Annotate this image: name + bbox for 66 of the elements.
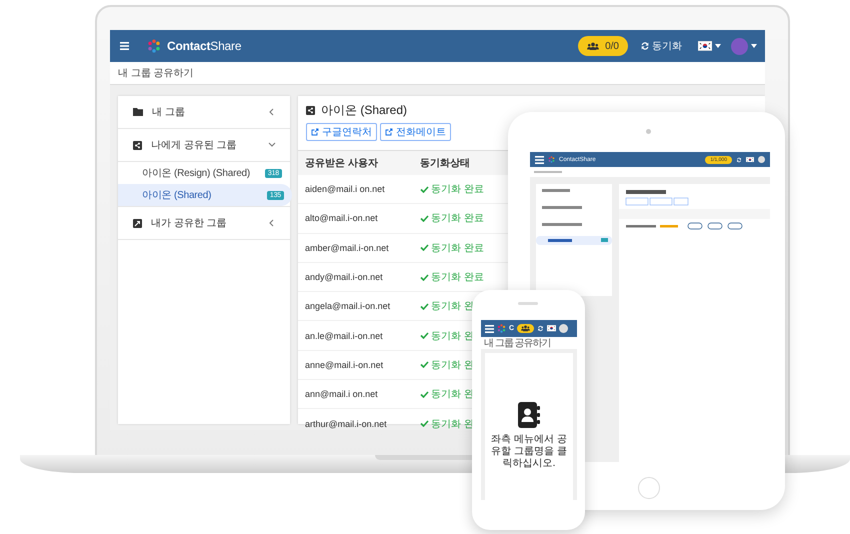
sidebar-item[interactable]: 내가 공유한 그룹 (118, 206, 290, 240)
column-header: 동기화상태 (420, 157, 470, 170)
external-link-icon (385, 128, 393, 136)
export-button[interactable]: 전화메이트 (380, 123, 451, 141)
avatar-icon[interactable] (559, 324, 568, 333)
caret-icon[interactable] (715, 44, 721, 48)
chevron-left-icon[interactable] (268, 219, 276, 227)
flag-icon[interactable] (698, 41, 712, 51)
chevron-left-icon[interactable] (268, 108, 276, 116)
sync-button[interactable]: 동기화 (640, 39, 682, 53)
table-cell-text: angela@mail.i-on.net (304, 301, 392, 312)
check-icon (420, 274, 429, 281)
share-icon (133, 140, 142, 150)
flag-icon[interactable] (746, 156, 754, 162)
contacts-badge[interactable] (517, 324, 534, 333)
share-icon (306, 106, 315, 114)
contacts-badge[interactable]: 0/0 (578, 36, 628, 56)
export-button[interactable]: 구글연락처 (306, 123, 377, 141)
menu-icon[interactable] (120, 42, 129, 50)
table-cell-text: andy@mail.i-on.net (304, 272, 384, 282)
table-cell-text: arthur@mail.i-on.net (304, 418, 388, 429)
check-icon (420, 244, 429, 252)
group-title: 아이온 (Shared) (321, 102, 408, 118)
people-icon (587, 42, 600, 50)
table-cell-text: amber@mail.i-on.net (304, 242, 390, 253)
table-cell-text: an.le@mail.i-on.net (304, 330, 384, 341)
check-icon (420, 302, 429, 310)
flag-icon[interactable] (547, 325, 556, 332)
people-icon (521, 325, 530, 332)
external-share-icon (133, 218, 142, 228)
table-cell-text: ann@mail.i on.net (304, 389, 379, 400)
status-text: 동기화 완료 (431, 242, 484, 255)
check-icon (420, 214, 429, 222)
menu-icon[interactable] (485, 324, 494, 332)
sidebar-item[interactable]: 내 그룹 (118, 96, 290, 129)
status-text: 동기화 완료 (431, 212, 484, 226)
status-text: 동기화 완 (431, 300, 474, 314)
external-link-icon (311, 128, 319, 136)
check-icon (420, 420, 429, 428)
check-icon (420, 390, 429, 398)
breadcrumb: 내 그룹 공유하기 (118, 67, 194, 80)
empty-message: 좌측 메뉴에서 공유할 그룹명을 클릭하십시오. (490, 434, 568, 470)
caret-icon[interactable] (751, 44, 757, 48)
app-logo: ContactShare (167, 39, 242, 53)
logo-icon (548, 156, 555, 163)
check-icon (420, 332, 429, 340)
check-icon (420, 361, 429, 368)
table-cell-text: aiden@mail.i on.net (304, 184, 386, 194)
table-cell-text: anne@mail.i-on.net (304, 360, 384, 370)
column-header: 공유받은 사용자 (304, 157, 379, 170)
sync-icon[interactable] (537, 325, 544, 332)
logo-icon (147, 39, 161, 53)
sync-icon[interactable] (640, 41, 650, 51)
status-text: 동기화 완료 (431, 183, 484, 196)
logo-icon (497, 324, 506, 333)
sidebar-item[interactable]: 나에게 공유된 그룹 (118, 129, 290, 162)
menu-icon[interactable] (535, 156, 544, 164)
sync-icon[interactable] (736, 156, 742, 162)
contact-book-icon (518, 402, 540, 428)
chevron-down-icon[interactable] (268, 141, 276, 149)
folder-icon (133, 108, 143, 116)
avatar-icon[interactable] (758, 156, 765, 163)
table-cell-text: alto@mail.i-on.net (304, 213, 379, 224)
check-icon (420, 186, 429, 193)
status-text: 동기화 완료 (431, 271, 484, 284)
breadcrumb: 내 그룹 공유하기 (484, 337, 551, 350)
